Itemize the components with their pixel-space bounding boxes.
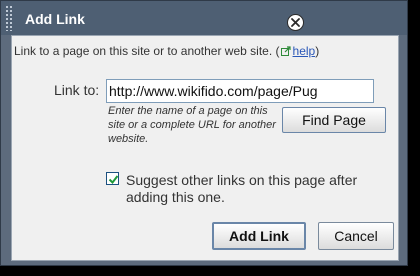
cancel-button[interactable]: Cancel <box>318 222 394 250</box>
checkmark-icon <box>108 175 119 185</box>
intro-text: Link to a page on this site or to anothe… <box>14 44 273 58</box>
link-to-label: Link to: <box>54 82 100 98</box>
help-link[interactable]: help <box>293 44 316 58</box>
link-input[interactable] <box>106 79 374 103</box>
find-page-button[interactable]: Find Page <box>282 107 386 133</box>
grip-icon[interactable] <box>5 5 13 31</box>
help-close-paren: ) <box>315 44 320 58</box>
external-link-icon <box>280 46 291 56</box>
help-open-paren: ( <box>275 44 280 58</box>
link-hint: Enter the name of a page on this site or… <box>108 105 276 145</box>
dialog-titlebar[interactable]: Add Link <box>1 1 407 35</box>
add-link-button[interactable]: Add Link <box>212 222 306 250</box>
close-icon <box>291 18 300 27</box>
suggest-links-label[interactable]: Suggest other links on this page after a… <box>126 172 388 206</box>
intro-line: Link to a page on this site or to anothe… <box>14 44 319 58</box>
suggest-links-checkbox[interactable] <box>106 172 119 185</box>
dialog-title: Add Link <box>25 11 85 27</box>
close-button[interactable] <box>287 14 304 31</box>
